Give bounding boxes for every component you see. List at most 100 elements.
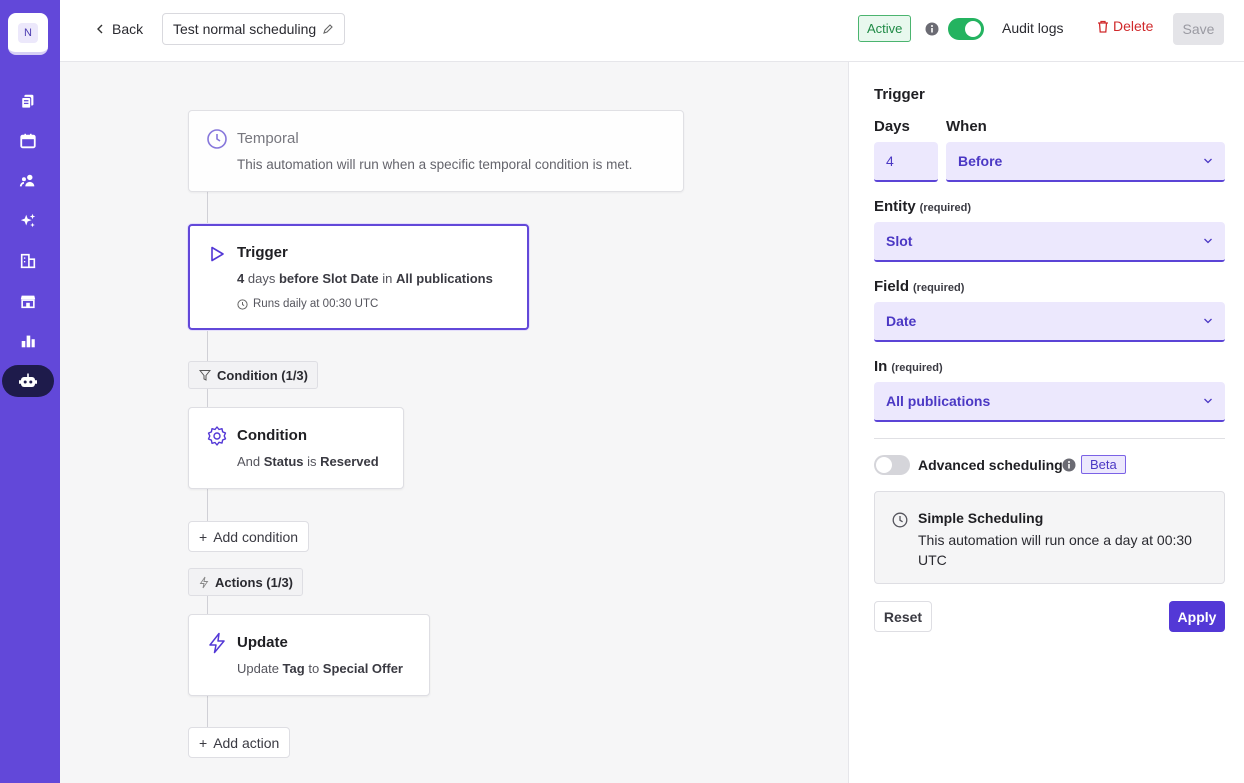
trigger-settings-panel: Trigger Days When 4 Before Entity (requir… (848, 62, 1244, 783)
back-label: Back (112, 21, 144, 37)
required-marker: (required) (919, 202, 972, 214)
clock-small-icon (237, 298, 248, 310)
advanced-scheduling-label: Advanced scheduling (918, 457, 1063, 473)
store-icon[interactable] (18, 291, 38, 311)
automation-title: Test normal scheduling (173, 21, 317, 37)
connector-line (207, 488, 208, 522)
chevron-left-icon (97, 24, 103, 34)
automations-nav-item[interactable] (2, 365, 54, 397)
condition-summary: And Status is Reserved (237, 454, 379, 469)
plus-icon: + (199, 734, 208, 751)
when-select[interactable]: Before (946, 142, 1225, 182)
beta-badge: Beta (1081, 455, 1126, 474)
connector-line (207, 695, 208, 728)
chevron-down-icon (1204, 158, 1212, 164)
action-prefix: Update (237, 661, 279, 676)
chevron-down-icon (1204, 318, 1212, 324)
trigger-summary: 4 days before Slot Date in All publicati… (237, 271, 493, 286)
actions-section-label: Actions (1/3) (188, 568, 304, 596)
entity-label-text: Entity (874, 198, 916, 215)
divider (874, 438, 1225, 439)
chart-icon[interactable] (18, 331, 38, 351)
in-value: All publications (886, 393, 991, 409)
clock-icon (206, 128, 228, 150)
trash-icon (1098, 20, 1108, 33)
entity-select[interactable]: Slot (874, 222, 1225, 262)
audit-logs-link[interactable]: Audit logs (1002, 20, 1063, 36)
condition-value: Reserved (320, 454, 379, 469)
chevron-down-icon (1204, 238, 1212, 244)
add-action-button[interactable]: + Add action (188, 727, 291, 758)
entity-value: Slot (886, 233, 913, 249)
delete-label: Delete (1113, 18, 1154, 34)
action-operator: to (308, 661, 320, 676)
condition-title: Condition (237, 427, 307, 444)
actions-count: Actions (1/3) (215, 574, 294, 590)
pencil-icon (323, 24, 333, 34)
add-condition-label: Add condition (213, 528, 299, 545)
chevron-down-icon (1204, 398, 1212, 404)
in-select[interactable]: All publications (874, 382, 1225, 422)
trigger-days-word: days (247, 271, 276, 286)
apply-button[interactable]: Apply (1169, 601, 1225, 632)
connector-line (207, 191, 208, 225)
action-card[interactable]: Update Update Tag to Special Offer (188, 614, 430, 696)
gear-icon (206, 425, 228, 447)
bolt-small-icon (199, 576, 209, 588)
reset-button[interactable]: Reset (874, 601, 932, 632)
temporal-description: This automation will run when a specific… (237, 157, 633, 172)
calendar-icon[interactable] (18, 131, 38, 151)
info-icon[interactable] (1061, 457, 1077, 473)
when-label: When (946, 118, 987, 135)
info-icon[interactable] (924, 21, 940, 37)
required-marker: (required) (913, 282, 965, 294)
field-label: Field (required) (874, 278, 964, 295)
automation-title-field[interactable]: Test normal scheduling (162, 13, 346, 45)
trigger-in-word: in (382, 271, 393, 286)
action-summary: Update Tag to Special Offer (237, 661, 403, 676)
field-select[interactable]: Date (874, 302, 1225, 342)
in-label-text: In (874, 358, 888, 375)
advanced-scheduling-toggle[interactable] (874, 455, 910, 475)
sparkles-icon[interactable] (18, 211, 38, 231)
simple-scheduling-description: This automation will run once a day at 0… (918, 532, 1192, 568)
people-icon[interactable] (18, 171, 38, 191)
field-value: Date (886, 313, 917, 329)
when-value: Before (958, 153, 1003, 169)
condition-field: Status (263, 454, 304, 469)
play-icon (206, 243, 228, 265)
panel-heading: Trigger (874, 86, 925, 103)
temporal-title: Temporal (237, 130, 299, 147)
trigger-schedule: Runs daily at 00:30 UTC (237, 298, 378, 310)
days-label: Days (874, 118, 910, 135)
automation-canvas: Temporal This automation will run when a… (60, 62, 848, 783)
action-title: Update (237, 634, 288, 651)
robot-icon (19, 373, 37, 387)
active-toggle[interactable] (948, 18, 984, 40)
workspace-switcher[interactable]: N (8, 13, 48, 55)
trigger-card[interactable]: Trigger 4 days before Slot Date in All p… (188, 224, 529, 330)
required-marker: (required) (891, 362, 943, 374)
simple-scheduling-title: Simple Scheduling (918, 510, 1044, 526)
sidebar: N (0, 0, 60, 783)
entity-label: Entity (required) (874, 198, 971, 215)
trigger-schedule-text: Runs daily at 00:30 UTC (253, 298, 379, 310)
days-input[interactable]: 4 (874, 142, 938, 182)
add-action-label: Add action (213, 734, 280, 751)
condition-card[interactable]: Condition And Status is Reserved (188, 407, 404, 489)
workspace-logo: N (18, 23, 38, 43)
temporal-card[interactable]: Temporal This automation will run when a… (188, 110, 684, 192)
simple-scheduling-info: Simple Scheduling This automation will r… (874, 491, 1225, 584)
documents-icon[interactable] (18, 91, 38, 111)
add-condition-button[interactable]: + Add condition (188, 521, 310, 552)
delete-button[interactable]: Delete (1097, 18, 1153, 34)
back-button[interactable]: Back (96, 17, 143, 41)
save-button[interactable]: Save (1173, 13, 1224, 45)
trigger-when: before (278, 271, 319, 286)
plus-icon: + (199, 528, 208, 545)
building-icon[interactable] (18, 251, 38, 271)
action-field: Tag (282, 661, 305, 676)
filter-icon (199, 370, 211, 381)
condition-prefix: And (237, 454, 261, 469)
condition-section-label: Condition (1/3) (188, 361, 318, 389)
